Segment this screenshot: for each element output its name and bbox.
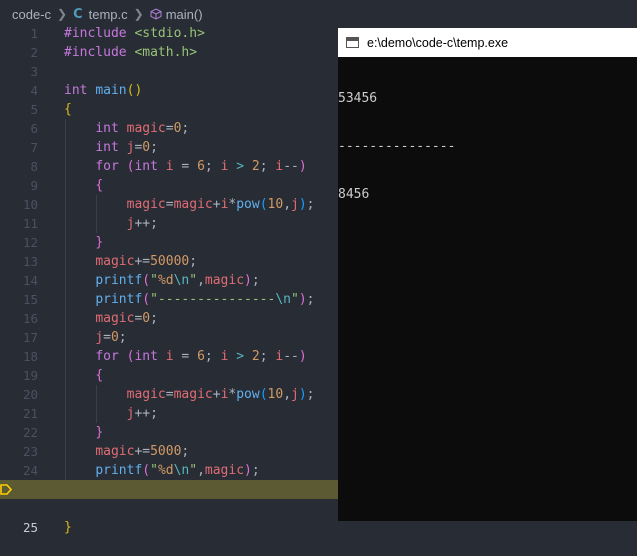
code-text: printf("%d\n",magic); — [95, 463, 260, 478]
console-window-icon — [346, 37, 359, 48]
code-text: magic=magic+i*pow(10,j); — [126, 387, 315, 402]
line-number: 11 — [22, 216, 38, 231]
line-number: 24 — [22, 463, 38, 478]
code-text: for (int i = 6; i > 2; i--) — [95, 159, 307, 174]
line-number: 17 — [22, 330, 38, 345]
code-text: } — [95, 235, 104, 250]
line-number: 10 — [22, 197, 38, 212]
breadcrumb-symbol[interactable]: main() — [166, 7, 203, 22]
code-text: { — [95, 368, 104, 383]
console-output: 53456 --------------- 8456 — [338, 57, 637, 235]
code-text: for (int i = 6; i > 2; i--) — [95, 349, 307, 364]
code-text: } — [95, 425, 104, 440]
line-number: 16 — [22, 311, 38, 326]
chevron-right-icon: ❯ — [57, 7, 68, 21]
code-text: { — [64, 102, 72, 117]
line-number: 2 — [30, 45, 38, 60]
code-text: { — [95, 178, 104, 193]
line-number: 12 — [22, 235, 38, 250]
line-number: 13 — [22, 254, 38, 269]
line-number: 18 — [22, 349, 38, 364]
line-number: 20 — [22, 387, 38, 402]
code-text: #include <math.h> — [64, 45, 198, 60]
debug-breakpoint-arrow-icon[interactable] — [0, 484, 12, 495]
line-number: 23 — [22, 444, 38, 459]
console-output-line: 53456 — [338, 91, 378, 106]
breadcrumb-folder[interactable]: code-c — [12, 7, 51, 22]
line-number: 6 — [30, 121, 38, 136]
code-text: j=0; — [95, 330, 127, 345]
code-text: j++; — [126, 216, 158, 231]
line-number: 19 — [22, 368, 38, 383]
code-text: printf("%d\n",magic); — [95, 273, 260, 288]
console-title-bar[interactable]: e:\demo\code-c\temp.exe — [338, 28, 637, 57]
line-number: 7 — [30, 140, 38, 155]
c-file-icon: C — [73, 6, 83, 22]
code-text: magic=magic+i*pow(10,j); — [126, 197, 315, 212]
code-text: printf("---------------\n"); — [95, 292, 315, 307]
code-text: j++; — [126, 406, 158, 421]
code-text: int main() — [64, 83, 143, 98]
code-text: magic+=50000; — [95, 254, 198, 269]
code-text: int magic=0; — [95, 121, 190, 136]
line-number: 4 — [30, 83, 38, 98]
chevron-right-icon: ❯ — [133, 7, 144, 21]
line-number: 5 — [30, 102, 38, 117]
console-output-line: 8456 — [338, 187, 370, 202]
cube-icon — [150, 8, 162, 20]
console-window[interactable]: e:\demo\code-c\temp.exe 53456 ----------… — [338, 28, 637, 521]
code-text: magic=0; — [95, 311, 158, 326]
line-number: 14 — [22, 273, 38, 288]
console-output-line: --------------- — [338, 139, 456, 154]
line-number: 8 — [30, 159, 38, 174]
line-number: 9 — [30, 178, 38, 193]
line-number: 22 — [22, 425, 38, 440]
code-text: #include <stdio.h> — [64, 26, 205, 41]
line-number: 1 — [30, 26, 38, 41]
console-title: e:\demo\code-c\temp.exe — [367, 35, 509, 50]
breadcrumb-file[interactable]: temp.c — [89, 7, 128, 22]
code-text: int j=0; — [95, 140, 158, 155]
line-number: 15 — [22, 292, 38, 307]
code-text: magic+=5000; — [95, 444, 190, 459]
line-number: 3 — [30, 64, 38, 79]
line-number: 21 — [22, 406, 38, 421]
